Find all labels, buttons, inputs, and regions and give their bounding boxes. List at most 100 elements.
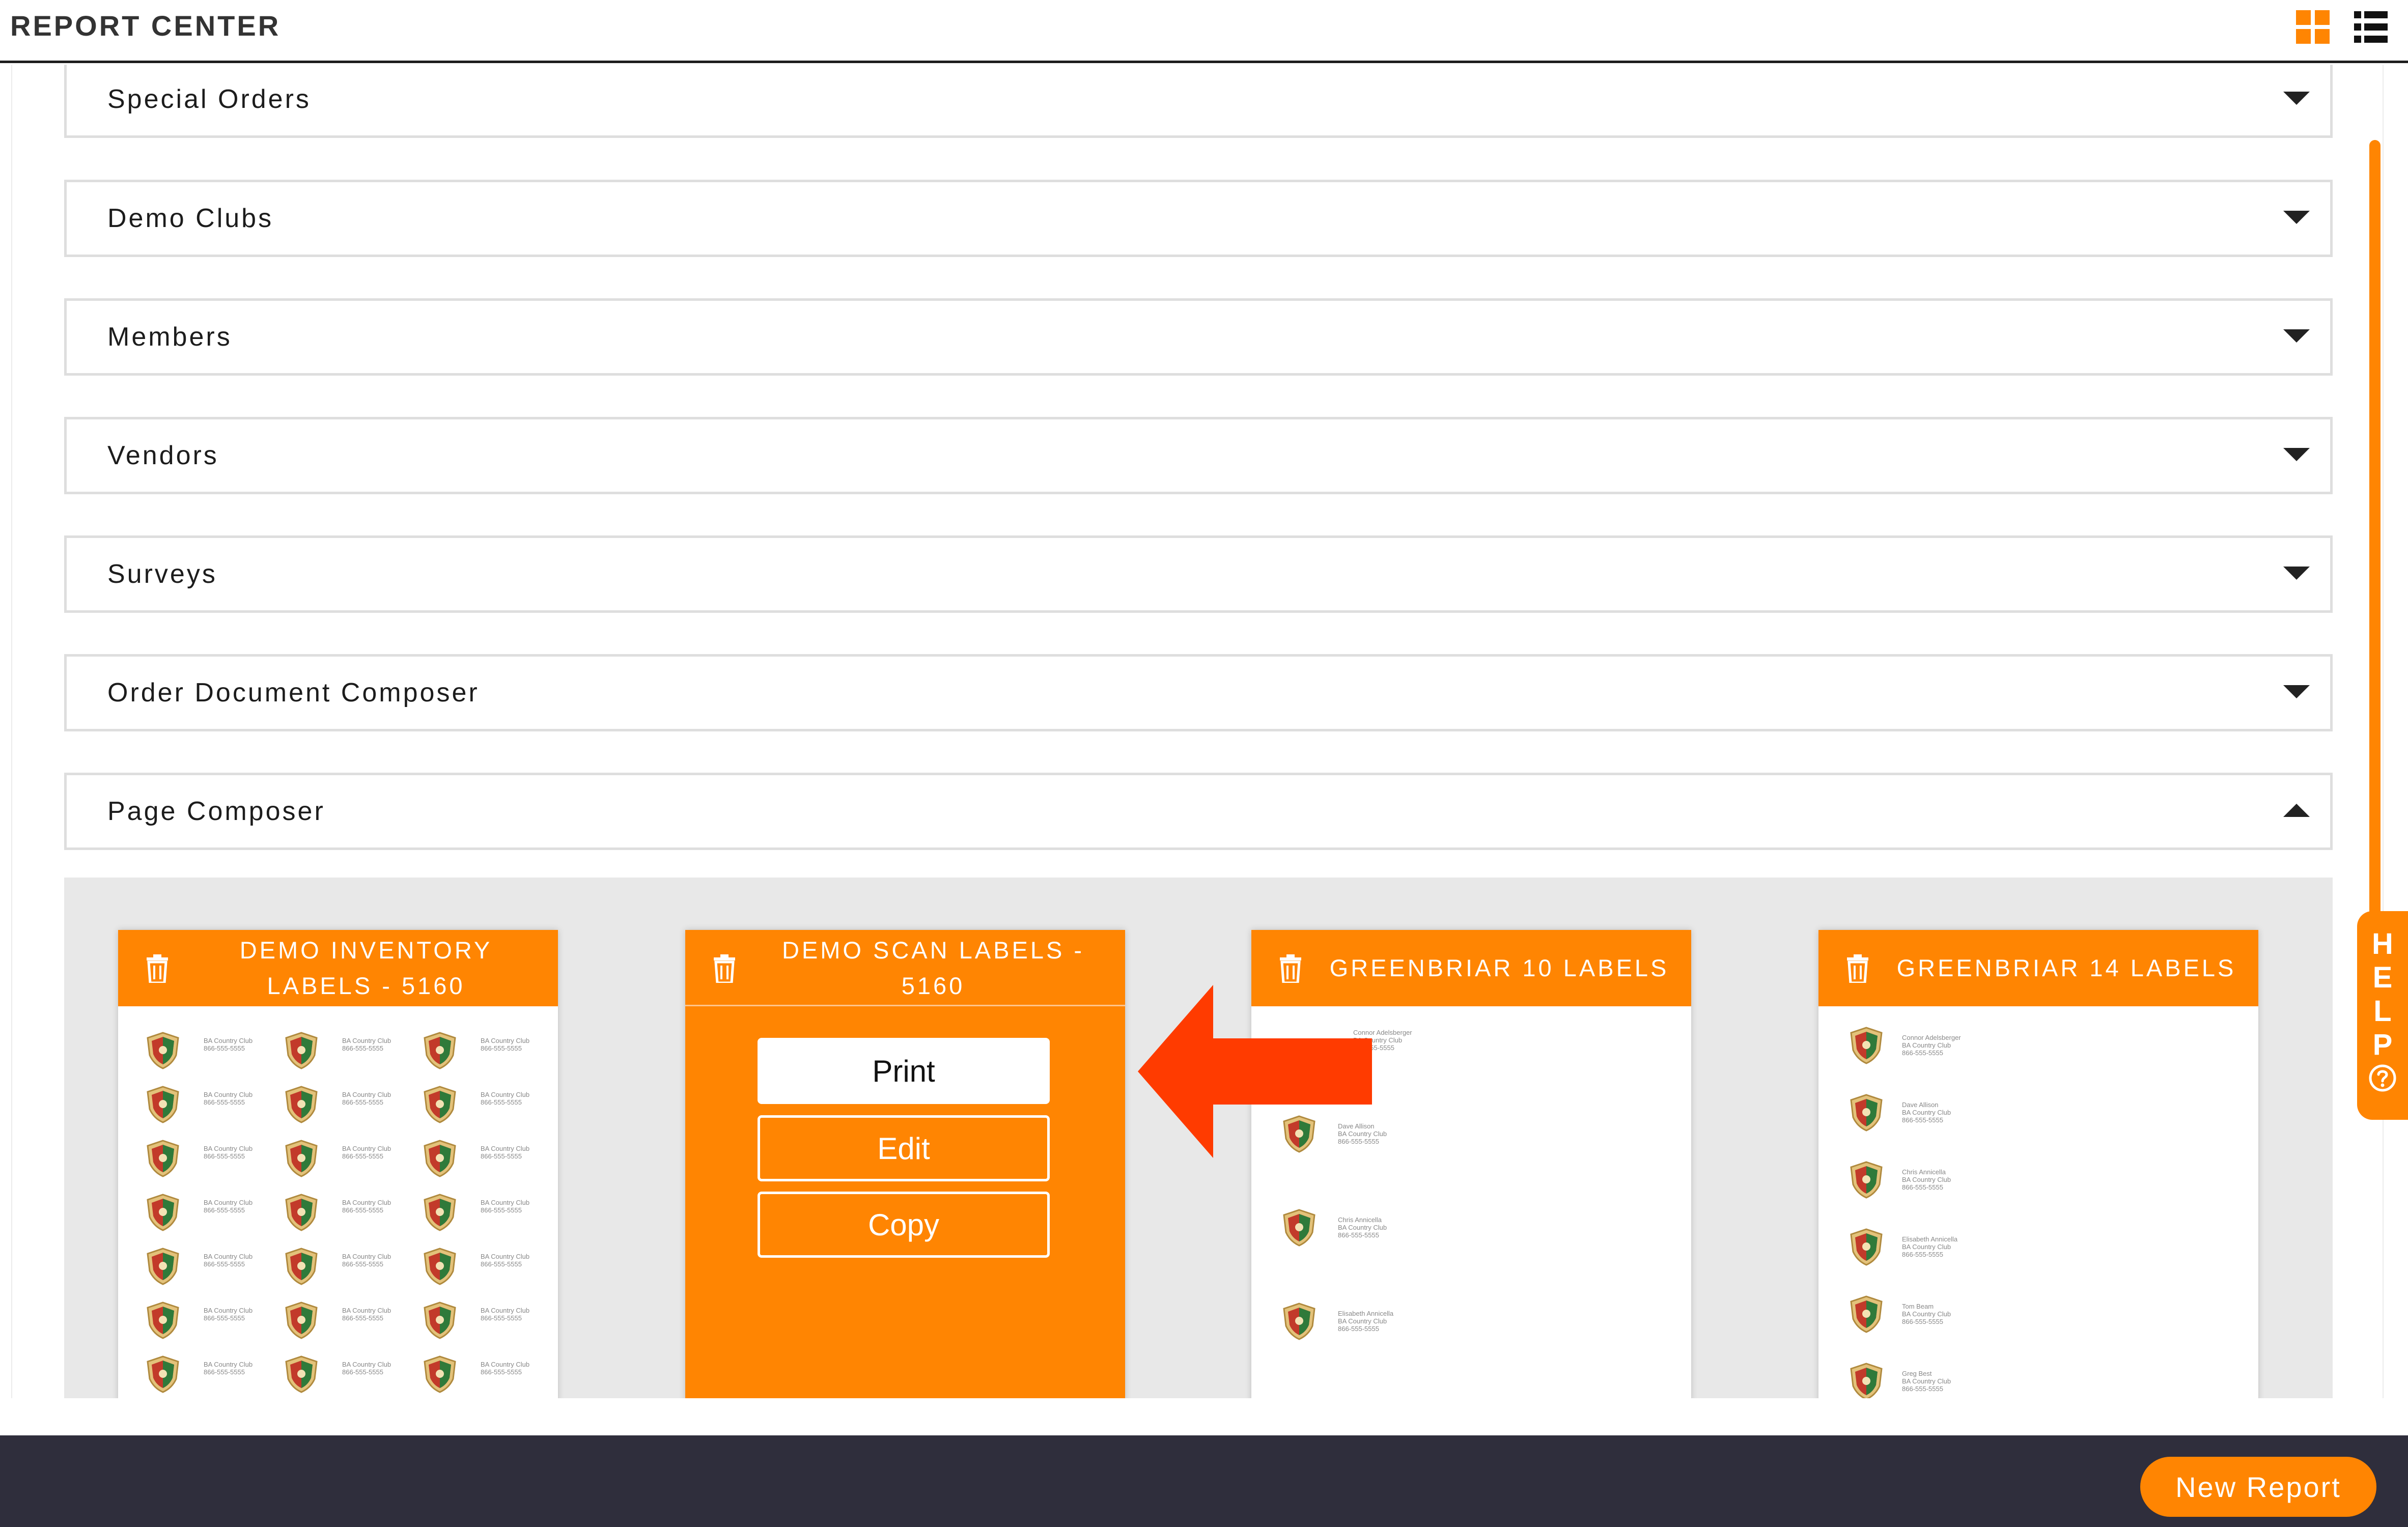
card-header: DEMO INVENTORY LABELS - 5160: [118, 930, 558, 1006]
accordion-members[interactable]: Members: [64, 298, 2333, 376]
club-logo-icon: [424, 1086, 456, 1123]
label-text: BA Country Club 866-555-5555: [481, 1253, 530, 1268]
club-logo-icon: [424, 1140, 456, 1177]
print-button[interactable]: Print: [758, 1038, 1050, 1104]
top-bar: REPORT CENTER: [0, 0, 2408, 63]
label-text: BA Country Club 866-555-5555: [342, 1037, 391, 1052]
accordion-label: Demo Clubs: [107, 204, 274, 233]
label-text: BA Country Club 866-555-5555: [204, 1091, 253, 1106]
chevron-down-icon: [2283, 329, 2310, 343]
label-text: BA Country Club 866-555-5555: [481, 1199, 530, 1214]
card-header: GREENBRIAR 14 LABELS: [1818, 930, 2258, 1006]
label-text: Chris Annicella BA Country Club 866-555-55…: [1902, 1168, 1951, 1191]
label-text: BA Country Club 866-555-5555: [342, 1361, 391, 1376]
accordion-label: Special Orders: [107, 84, 311, 114]
label-text: Elisabeth Annicella BA Country Club 866-55…: [1902, 1235, 1958, 1258]
copy-button[interactable]: Copy: [758, 1192, 1050, 1258]
report-list: Special Orders Demo Clubs Members Vendor…: [11, 65, 2384, 1398]
trash-icon[interactable]: [145, 954, 170, 983]
club-logo-icon: [1283, 1303, 1315, 1340]
card-title: GREENBRIAR 10 LABELS: [1329, 954, 1669, 981]
chevron-down-icon: [2283, 448, 2310, 461]
trash-icon[interactable]: [1845, 954, 1870, 983]
club-logo-icon: [285, 1032, 318, 1069]
club-logo-icon: [147, 1355, 179, 1393]
club-logo-icon: [1850, 1161, 1883, 1199]
card-title: DEMO SCAN LABELS - 5160: [781, 937, 1085, 999]
label-sheet-preview: Connor Adelsberger BA Country Club 866-555…: [1818, 1006, 2258, 1398]
club-logo-icon: [1850, 1295, 1883, 1333]
label-text: BA Country Club 866-555-5555: [204, 1307, 253, 1322]
club-logo-icon: [147, 1248, 179, 1285]
accordion-demo-clubs[interactable]: Demo Clubs: [64, 180, 2333, 257]
club-logo-icon: [285, 1248, 318, 1285]
list-view-icon[interactable]: [2354, 10, 2388, 44]
accordion-label: Members: [107, 322, 232, 352]
label-text: BA Country Club 866-555-5555: [204, 1199, 253, 1214]
club-logo-icon: [147, 1302, 179, 1339]
club-logo-icon: [424, 1355, 456, 1393]
label-text: BA Country Club 866-555-5555: [204, 1253, 253, 1268]
accordion-label: Vendors: [107, 441, 219, 470]
club-logo-icon: [285, 1302, 318, 1339]
label-text: BA Country Club 866-555-5555: [481, 1091, 530, 1106]
label-text: Chris Annicella BA Country Club 866-555-55…: [1338, 1216, 1387, 1239]
club-logo-icon: [285, 1086, 318, 1123]
trash-icon[interactable]: [712, 954, 737, 983]
accordion-label: Surveys: [107, 559, 217, 589]
report-card-demo-scan[interactable]: DEMO SCAN LABELS - 5160 Print Edit Copy: [685, 930, 1125, 1398]
label-text: BA Country Club 866-555-5555: [342, 1253, 391, 1268]
accordion-page-composer[interactable]: Page Composer: [64, 773, 2333, 850]
club-logo-icon: [285, 1355, 318, 1393]
club-logo-icon: [424, 1302, 456, 1339]
label-text: BA Country Club 866-555-5555: [481, 1145, 530, 1160]
club-logo-icon: [424, 1248, 456, 1285]
card-header: DEMO SCAN LABELS - 5160: [685, 930, 1125, 1006]
help-tab[interactable]: HELP: [2357, 911, 2408, 1120]
club-logo-icon: [1850, 1228, 1883, 1266]
club-logo-icon: [285, 1140, 318, 1177]
accordion-vendors[interactable]: Vendors: [64, 417, 2333, 494]
label-text: Dave Allison BA Country Club 866-555-5555: [1902, 1101, 1951, 1124]
accordion-order-document-composer[interactable]: Order Document Composer: [64, 654, 2333, 731]
label-text: BA Country Club 866-555-5555: [481, 1307, 530, 1322]
club-logo-icon: [147, 1194, 179, 1231]
club-logo-icon: [1850, 1094, 1883, 1132]
club-logo-icon: [1283, 1209, 1315, 1247]
accordion-surveys[interactable]: Surveys: [64, 535, 2333, 613]
label-text: BA Country Club 866-555-5555: [342, 1199, 391, 1214]
accordion-label: Order Document Composer: [107, 678, 480, 708]
label-text: Tom Beam BA Country Club 866-555-5555: [1902, 1303, 1951, 1325]
edit-button[interactable]: Edit: [758, 1115, 1050, 1181]
accordion-label: Page Composer: [107, 797, 325, 826]
accordion-special-orders[interactable]: Special Orders: [64, 65, 2333, 138]
report-card-greenbriar-14[interactable]: GREENBRIAR 14 LABELS Connor Adelsberger B…: [1818, 930, 2258, 1398]
trash-icon[interactable]: [1278, 954, 1303, 983]
chevron-down-icon: [2283, 685, 2310, 698]
report-card-demo-inventory[interactable]: DEMO INVENTORY LABELS - 5160 BA Country …: [118, 930, 558, 1398]
club-logo-icon: [1850, 1027, 1883, 1064]
chevron-up-icon: [2283, 804, 2310, 817]
club-logo-icon: [147, 1032, 179, 1069]
card-actions: Print Edit Copy: [685, 1006, 1125, 1398]
chevron-down-icon: [2283, 92, 2310, 105]
label-text: BA Country Club 866-555-5555: [481, 1037, 530, 1052]
scrollbar[interactable]: [2369, 140, 2381, 919]
label-text: BA Country Club 866-555-5555: [204, 1361, 253, 1376]
club-logo-icon: [147, 1086, 179, 1123]
page-title: REPORT CENTER: [10, 10, 281, 42]
help-label: HELP: [2372, 927, 2393, 1061]
new-report-button[interactable]: New Report: [2140, 1457, 2376, 1517]
label-text: BA Country Club 866-555-5555: [204, 1145, 253, 1160]
label-sheet-preview: BA Country Club 866-555-5555 BA Country Cl…: [118, 1006, 558, 1398]
grid-view-icon[interactable]: [2296, 10, 2330, 44]
card-title: DEMO INVENTORY LABELS - 5160: [239, 937, 493, 999]
club-logo-icon: [285, 1194, 318, 1231]
label-text: Greg Best BA Country Club 866-555-5555: [1902, 1370, 1951, 1393]
club-logo-icon: [147, 1140, 179, 1177]
label-text: BA Country Club 866-555-5555: [481, 1361, 530, 1376]
label-text: Elisabeth Annicella BA Country Club 866-55…: [1338, 1310, 1394, 1333]
question-circle-icon: [2369, 1064, 2396, 1092]
label-text: BA Country Club 866-555-5555: [342, 1145, 391, 1160]
label-text: BA Country Club 866-555-5555: [342, 1091, 391, 1106]
